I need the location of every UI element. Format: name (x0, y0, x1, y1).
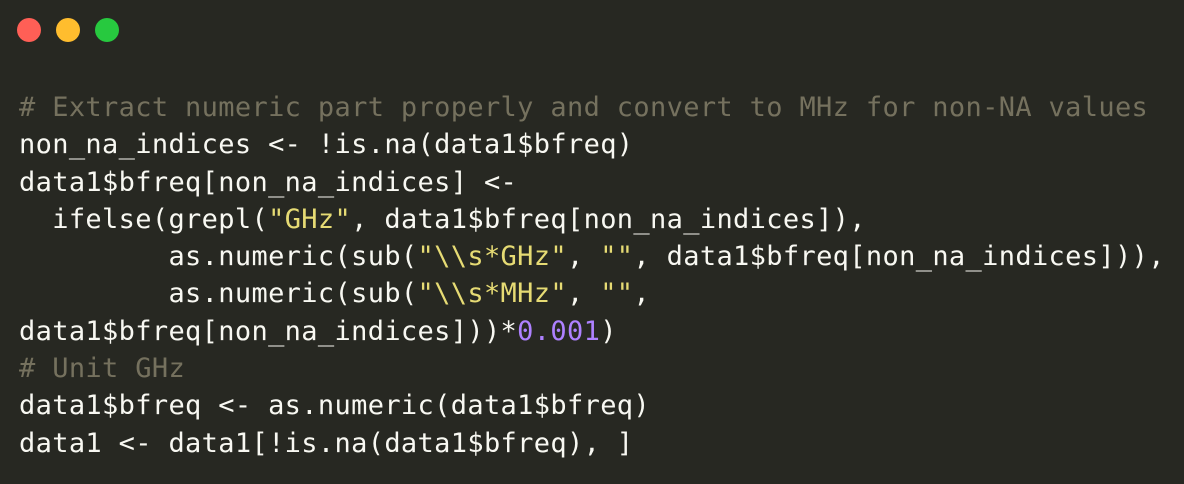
close-button[interactable] (17, 18, 41, 42)
code-token: data1$bfreq <- as.numeric(data1$bfreq) (19, 390, 651, 422)
code-line: non_na_indices <- !is.na(data1$bfreq) (19, 126, 1165, 163)
code-token: data1$bfreq[non_na_indices]))* (19, 315, 518, 347)
code-token: , data1$bfreq[non_na_indices])), (633, 241, 1165, 273)
string-literal: "\\s*MHz" (417, 278, 567, 310)
code-block: # Extract numeric part properly and conv… (19, 89, 1165, 462)
code-token: , (633, 278, 651, 310)
code-token: as.numeric(sub( (19, 278, 418, 310)
string-literal: "GHz" (268, 203, 352, 235)
comment-token: # Extract numeric part properly and conv… (19, 92, 1149, 123)
window-controls (17, 18, 119, 42)
code-token: as.numeric(sub( (19, 241, 418, 273)
string-literal: "" (600, 278, 634, 310)
code-token: data1 <- data1[!is.na(data1$bfreq), ] (19, 427, 634, 459)
number-literal: 0.001 (517, 315, 601, 347)
comment-token: # Unit GHz (19, 353, 186, 385)
code-token: , data1$bfreq[non_na_indices]), (351, 203, 866, 235)
zoom-button[interactable] (95, 18, 119, 42)
string-literal: "\\s*GHz" (417, 241, 567, 273)
code-token: ) (600, 315, 617, 347)
code-window: # Extract numeric part properly and conv… (0, 0, 1184, 484)
code-line: data1 <- data1[!is.na(data1$bfreq), ] (19, 425, 1165, 462)
code-token: non_na_indices <- !is.na(data1$bfreq) (19, 129, 634, 161)
code-line: # Extract numeric part properly and conv… (19, 89, 1165, 126)
code-token: , (566, 278, 601, 310)
string-literal: "" (600, 241, 634, 273)
code-line: as.numeric(sub("\\s*MHz", "", (19, 275, 1165, 312)
code-line: data1$bfreq <- as.numeric(data1$bfreq) (19, 387, 1165, 424)
code-token: , (566, 241, 601, 273)
code-line: data1$bfreq[non_na_indices] <- (19, 164, 1165, 201)
code-line: ifelse(grepl("GHz", data1$bfreq[non_na_i… (19, 201, 1165, 238)
code-line: data1$bfreq[non_na_indices]))*0.001) (19, 313, 1165, 350)
code-token: data1$bfreq[non_na_indices] <- (19, 166, 518, 198)
code-token: ifelse(grepl( (19, 203, 269, 235)
minimize-button[interactable] (56, 18, 80, 42)
code-line: as.numeric(sub("\\s*GHz", "", data1$bfre… (19, 238, 1165, 275)
code-line: # Unit GHz (19, 350, 1165, 387)
